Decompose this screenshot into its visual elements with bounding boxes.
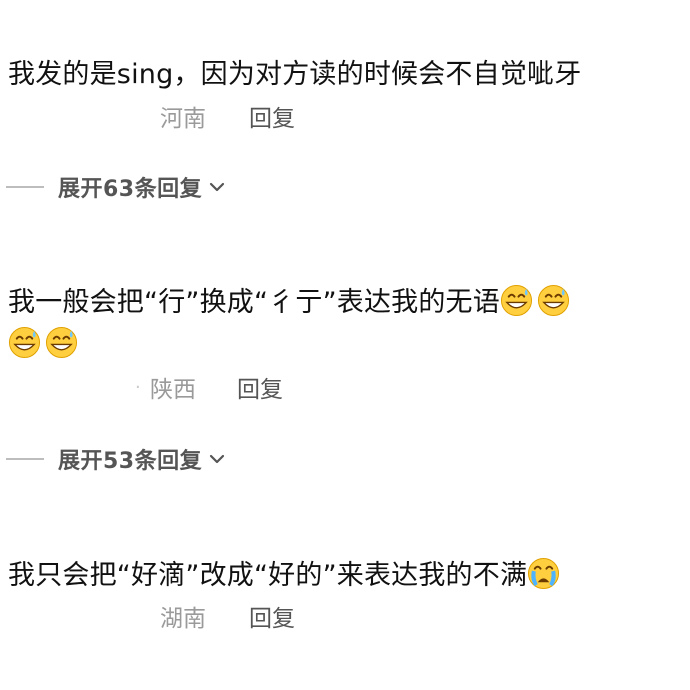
- divider-line: [6, 186, 44, 188]
- chevron-down-icon: [210, 182, 225, 192]
- comment-text-line-1: 我一般会把“行”换成“彳亍”表达我的无语: [8, 284, 680, 321]
- expand-replies-label: 展开63条回复: [58, 177, 203, 202]
- grin-sweat-emoji: [500, 284, 532, 317]
- comment-text-line-2: [8, 326, 680, 363]
- username-fragment: ·: [135, 377, 141, 398]
- grin-sweat-emoji: [537, 284, 569, 317]
- chevron-down-icon: [210, 454, 225, 464]
- grin-sweat-emoji: [45, 326, 78, 359]
- crying-emoji: [528, 557, 560, 590]
- comment-location: 湖南: [160, 606, 206, 632]
- comment-location: 陕西: [150, 377, 196, 403]
- comment-text: 我只会把“好滴”改成“好的”来表达我的不满: [8, 557, 680, 594]
- comment-location: 河南: [160, 106, 206, 132]
- expand-replies-button[interactable]: 展开53条回复: [6, 444, 226, 474]
- expand-replies-button[interactable]: 展开63条回复: [6, 172, 226, 202]
- reply-button[interactable]: 回复: [249, 604, 295, 634]
- divider-line: [6, 458, 44, 460]
- reply-button[interactable]: 回复: [249, 104, 295, 134]
- reply-button[interactable]: 回复: [237, 375, 283, 405]
- expand-replies-label: 展开53条回复: [58, 449, 203, 474]
- comment-text: 我发的是sing，因为对方读的时候会不自觉呲牙: [8, 59, 582, 90]
- grin-sweat-emoji: [8, 326, 41, 359]
